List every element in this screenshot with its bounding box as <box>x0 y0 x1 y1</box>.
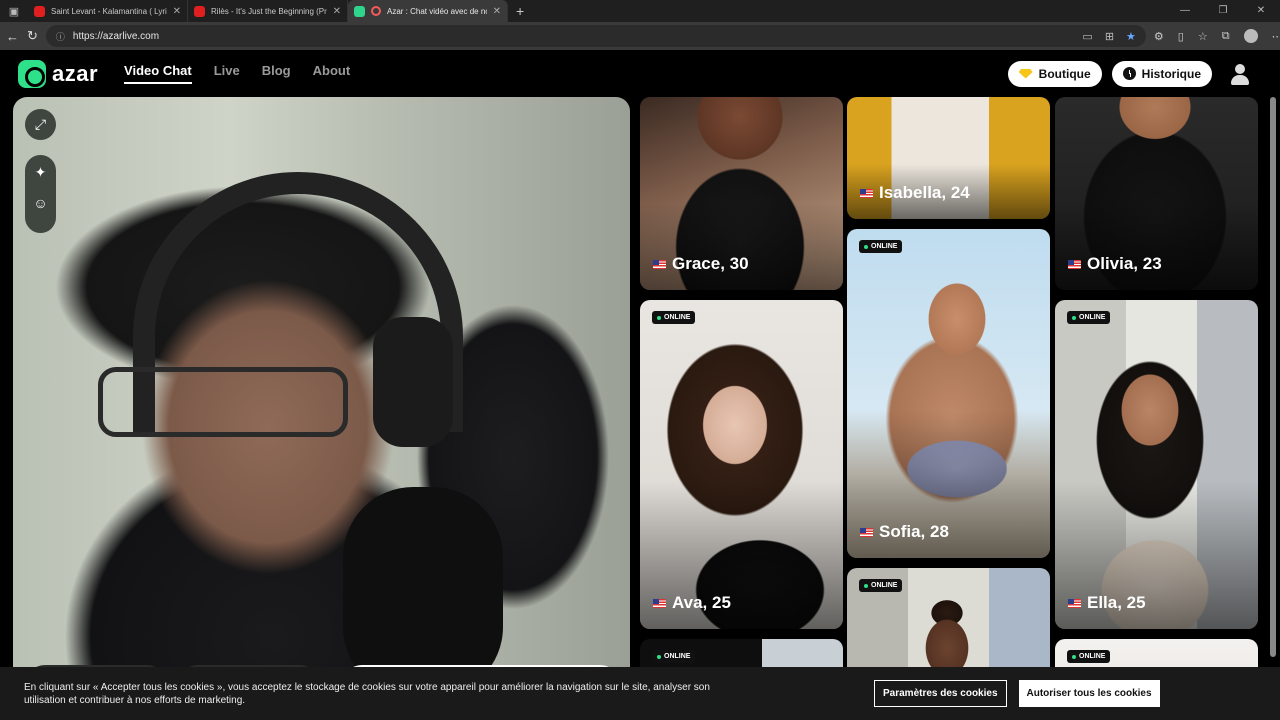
profile-name: Olivia, 23 <box>1068 254 1162 274</box>
url-text: https://azarlive.com <box>72 30 160 42</box>
profile-grid: Grace, 30 ONLINE Ava, 25 ONLINE Isabella… <box>640 97 1260 720</box>
split-screen-icon[interactable]: ▯ <box>1178 30 1184 43</box>
online-dot-icon <box>657 315 661 320</box>
us-flag-icon <box>1068 259 1081 269</box>
us-flag-icon <box>1068 598 1081 608</box>
tab-title: Saint Levant - Kalamantina ( Lyric <box>51 6 167 16</box>
youtube-icon <box>194 5 205 17</box>
address-bar[interactable]: ⓘ https://azarlive.com ▭ ⊞ ★ <box>45 25 1146 47</box>
collections-icon[interactable]: ⧉ <box>1222 30 1230 43</box>
clock-icon <box>1122 67 1136 80</box>
webcam-glasses-shape <box>98 367 348 437</box>
profile-card-olivia[interactable]: Olivia, 23 <box>1055 97 1258 290</box>
webcam-preview: ⤢ ✦ ☺ <box>13 97 630 687</box>
boutique-button[interactable]: Boutique <box>1007 60 1102 87</box>
close-window-icon[interactable]: ✕ <box>1242 0 1280 22</box>
us-flag-icon <box>860 188 873 198</box>
profile-card-ella[interactable]: ONLINE Ella, 25 <box>1055 300 1258 629</box>
online-badge: ONLINE <box>1067 650 1111 663</box>
nav-video-chat[interactable]: Video Chat <box>124 63 192 84</box>
effects-toolbar: ✦ ☺ <box>25 155 56 233</box>
sparkle-effects-icon[interactable]: ✦ <box>35 164 47 181</box>
user-profile-icon[interactable] <box>1228 62 1252 86</box>
scrollbar-thumb[interactable] <box>1270 97 1276 657</box>
cookie-banner: En cliquant sur « Accepter tous les cook… <box>0 667 1280 720</box>
browser-tab-2[interactable]: Azar : Chat vidéo avec de no ✕ <box>348 0 508 22</box>
online-badge: ONLINE <box>652 311 696 324</box>
online-badge: ONLINE <box>859 240 903 253</box>
tab-actions-icon[interactable]: ▣ <box>0 0 28 22</box>
profile-card-ava[interactable]: ONLINE Ava, 25 <box>640 300 843 629</box>
browser-tab-bar: ▣ Saint Levant - Kalamantina ( Lyric ✕ R… <box>0 0 1280 22</box>
accept-all-cookies-button[interactable]: Autoriser tous les cookies <box>1018 680 1160 707</box>
recording-icon <box>371 6 381 16</box>
historique-label: Historique <box>1141 66 1201 81</box>
online-badge: ONLINE <box>1067 311 1111 324</box>
app-available-icon[interactable]: ⊞ <box>1105 30 1114 43</box>
us-flag-icon <box>653 259 666 269</box>
youtube-icon <box>34 5 45 17</box>
address-bar-row: ← ↻ ⓘ https://azarlive.com ▭ ⊞ ★ ⚙ ▯ ☆ ⧉… <box>0 22 1280 50</box>
window-controls: — ❐ ✕ <box>1166 0 1280 22</box>
online-dot-icon <box>657 654 661 659</box>
profile-name: Ella, 25 <box>1068 593 1146 613</box>
online-dot-icon <box>1072 315 1076 320</box>
profile-card-sofia[interactable]: ONLINE Sofia, 28 <box>847 229 1050 558</box>
browser-tab-0[interactable]: Saint Levant - Kalamantina ( Lyric ✕ <box>28 0 188 22</box>
cookie-text: En cliquant sur « Accepter tous les cook… <box>24 681 710 706</box>
expand-view-button[interactable]: ⤢ <box>25 109 56 140</box>
gem-icon <box>1018 68 1033 79</box>
close-icon[interactable]: ✕ <box>333 6 341 17</box>
boutique-label: Boutique <box>1038 66 1091 81</box>
expand-icon: ⤢ <box>34 116 47 132</box>
favorite-star-icon[interactable]: ★ <box>1126 30 1136 43</box>
browser-tab-1[interactable]: Rilès - It's Just the Beginning (Pro ✕ <box>188 0 348 22</box>
back-icon[interactable]: ← <box>6 29 19 44</box>
favorites-icon[interactable]: ☆ <box>1198 30 1208 43</box>
profile-card-grace[interactable]: Grace, 30 <box>640 97 843 290</box>
face-filter-icon[interactable]: ☺ <box>33 195 47 211</box>
logo-text: azar <box>52 60 99 86</box>
profile-name: Isabella, 24 <box>860 183 970 203</box>
close-icon[interactable]: ✕ <box>173 6 181 17</box>
camera-icon[interactable]: ▭ <box>1082 30 1092 43</box>
extensions-icon[interactable]: ⚙ <box>1154 30 1164 43</box>
online-dot-icon <box>864 583 868 588</box>
nav-about[interactable]: About <box>313 63 351 84</box>
online-dot-icon <box>1072 654 1076 659</box>
azar-page: azar Video Chat Live Blog About Boutique… <box>0 50 1280 720</box>
us-flag-icon <box>653 598 666 608</box>
site-info-icon[interactable]: ⓘ <box>56 30 65 43</box>
profile-name: Sofia, 28 <box>860 522 949 542</box>
online-badge: ONLINE <box>652 650 696 663</box>
profile-name: Grace, 30 <box>653 254 749 274</box>
minimize-icon[interactable]: — <box>1166 0 1204 22</box>
nav-live[interactable]: Live <box>214 63 240 84</box>
tab-title: Azar : Chat vidéo avec de no <box>387 6 487 16</box>
restore-icon[interactable]: ❐ <box>1204 0 1242 22</box>
online-dot-icon <box>864 244 868 249</box>
tab-title: Rilès - It's Just the Beginning (Pro <box>211 6 327 16</box>
online-badge: ONLINE <box>859 579 903 592</box>
us-flag-icon <box>860 527 873 537</box>
azar-icon <box>354 5 365 17</box>
profile-avatar-icon[interactable] <box>1243 29 1258 43</box>
refresh-icon[interactable]: ↻ <box>27 28 38 44</box>
webcam-earcup-shape <box>373 317 453 447</box>
azar-logo[interactable]: azar <box>18 59 99 88</box>
page-scrollbar[interactable] <box>1270 97 1276 717</box>
main-nav: Video Chat Live Blog About <box>124 63 350 84</box>
close-icon[interactable]: ✕ <box>493 6 501 17</box>
new-tab-icon[interactable]: + <box>508 0 532 22</box>
cookie-settings-button[interactable]: Paramètres des cookies <box>874 680 1007 707</box>
azar-logo-icon <box>18 59 46 88</box>
historique-button[interactable]: Historique <box>1111 60 1212 87</box>
profile-name: Ava, 25 <box>653 593 731 613</box>
site-header: azar Video Chat Live Blog About Boutique… <box>0 50 1270 97</box>
nav-blog[interactable]: Blog <box>262 63 291 84</box>
webcam-microphone-shape <box>343 487 503 687</box>
profile-card-isabella[interactable]: Isabella, 24 <box>847 97 1050 219</box>
more-icon[interactable]: ⋯ <box>1272 30 1280 43</box>
